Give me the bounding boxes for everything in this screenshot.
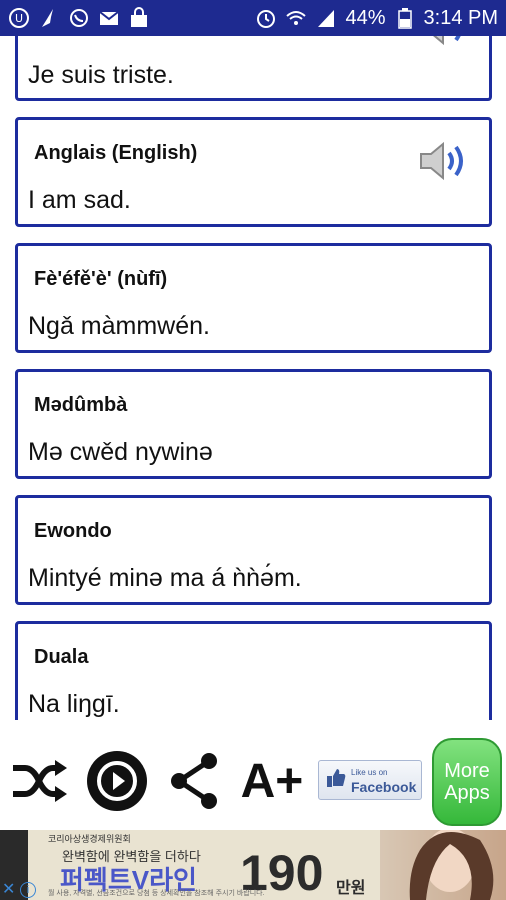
ad-person-image <box>380 830 506 900</box>
share-icon[interactable] <box>166 750 222 812</box>
mail-icon <box>98 7 120 29</box>
phrase-card-french[interactable]: Je suis triste. <box>15 36 492 101</box>
clock: 3:14 PM <box>423 6 498 29</box>
language-label: Duala <box>34 646 89 668</box>
more-apps-line2: Apps <box>444 782 490 804</box>
alarm-icon <box>255 7 277 29</box>
ad-close-icon[interactable]: ✕ <box>2 882 18 898</box>
facebook-label: Facebook <box>351 779 417 795</box>
phrase-list[interactable]: Je suis triste. Anglais (English) I am s… <box>0 36 506 720</box>
more-apps-button[interactable]: More Apps <box>432 738 502 826</box>
bag-icon <box>128 7 150 29</box>
app-icon: U <box>8 7 30 29</box>
phrase-card-english[interactable]: Anglais (English) I am sad. <box>15 117 492 227</box>
play-button[interactable] <box>84 748 150 814</box>
speaker-icon[interactable] <box>417 136 473 186</box>
phrase-card-duala[interactable]: Duala Na liŋgī. <box>15 621 492 720</box>
ad-fine-print: 월 사용, 자격별, 선금조건으로 당첨 등 상세확인을 참조해 주시기 바랍니… <box>48 890 265 897</box>
broom-icon <box>38 7 60 29</box>
whatsapp-icon <box>68 7 90 29</box>
phrase-card-medumba[interactable]: Mədûmbà Mə cwěd nywinə <box>15 369 492 479</box>
phrase-text: Na liŋgī. <box>28 690 120 718</box>
phrase-text: I am sad. <box>28 186 131 214</box>
language-label: Mədûmbà <box>34 394 128 416</box>
language-label: Anglais (English) <box>34 142 198 164</box>
battery-icon <box>394 7 416 29</box>
facebook-small-label: Like us on <box>351 768 388 777</box>
ad-info-icon[interactable]: i <box>20 882 36 898</box>
ad-price-unit: 만원 <box>336 880 366 897</box>
phrase-card-ewondo[interactable]: Ewondo Mintyé minə ma á ǹǹə́m. <box>15 495 492 605</box>
battery-percent: 44% <box>345 6 386 29</box>
language-label: Fè'éfě'è' (nùfī) <box>34 268 168 290</box>
phrase-text: Ngǎ màmmwén. <box>28 312 210 340</box>
ad-brand: 코리아상생경제위원회 <box>48 834 131 844</box>
signal-icon <box>315 7 337 29</box>
font-size-increase-button[interactable]: A+ <box>236 750 308 812</box>
phrase-text: Mə cwěd nywinə <box>28 438 213 466</box>
wifi-icon <box>285 7 307 29</box>
speaker-icon[interactable] <box>417 36 473 51</box>
language-label: Ewondo <box>34 520 112 542</box>
ad-banner[interactable]: 코리아상생경제위원회 완벽함에 완벽함을 더하다 퍼펙트V라인 190 만원 월… <box>0 830 506 900</box>
phrase-card-nufi[interactable]: Fè'éfě'è' (nùfī) Ngǎ màmmwén. <box>15 243 492 353</box>
shuffle-icon[interactable] <box>8 750 70 812</box>
more-apps-line1: More <box>444 760 490 782</box>
phrase-text: Mintyé minə ma á ǹǹə́m. <box>28 564 302 592</box>
svg-text:U: U <box>15 12 23 25</box>
facebook-like-button[interactable]: Like us on Facebook <box>318 760 422 800</box>
bottom-toolbar: A+ <box>0 732 506 830</box>
status-bar: U 44% 3:14 PM <box>0 0 506 36</box>
phrase-text: Je suis triste. <box>28 61 174 89</box>
thumbs-up-icon <box>325 767 347 794</box>
